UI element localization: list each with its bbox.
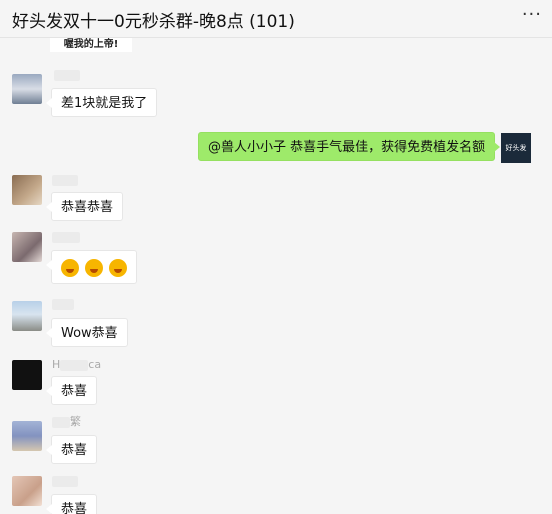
sender-name-fragment: 繁 xyxy=(70,415,81,428)
message-bubble[interactable]: Wow恭喜 xyxy=(46,318,128,347)
sticker-image[interactable]: 喔我的上帝! xyxy=(50,38,132,52)
message-bubble[interactable]: 恭喜 xyxy=(45,435,98,464)
grin-emoji-icon xyxy=(109,258,127,277)
sender-name: Hca xyxy=(52,358,101,372)
message-list[interactable]: 喔我的上帝! 差1块就是我了 @兽人小小子 恭喜手气最佳，获得免费植发名额 好头… xyxy=(0,38,552,514)
sender-name xyxy=(52,297,74,311)
avatar[interactable] xyxy=(12,232,42,262)
grin-emoji-icon xyxy=(85,258,103,277)
avatar[interactable] xyxy=(12,301,42,331)
sender-name-fragment: ca xyxy=(88,358,102,371)
chat-header: 好头发双十一0元秒杀群-晚8点 (101) ··· xyxy=(0,0,552,38)
grin-emoji-icon xyxy=(61,258,79,277)
message-bubble[interactable]: 恭喜 xyxy=(45,376,98,405)
sender-name xyxy=(54,68,80,82)
avatar[interactable] xyxy=(12,360,42,390)
chat-title: 好头发双十一0元秒杀群-晚8点 (101) xyxy=(12,12,295,32)
sender-name xyxy=(52,230,80,244)
avatar[interactable] xyxy=(12,421,42,451)
message-bubble-self[interactable]: @兽人小小子 恭喜手气最佳，获得免费植发名额 xyxy=(198,132,501,161)
emoji-message-bubble[interactable] xyxy=(46,250,137,284)
sender-name xyxy=(52,474,78,488)
avatar[interactable] xyxy=(12,175,42,205)
more-options-icon[interactable]: ··· xyxy=(522,4,542,25)
avatar[interactable] xyxy=(12,74,42,104)
sender-name: 繁 xyxy=(52,415,81,429)
message-bubble[interactable]: 差1块就是我了 xyxy=(45,88,158,117)
self-avatar[interactable]: 好头发 xyxy=(501,133,531,163)
sender-name xyxy=(52,173,78,187)
message-bubble[interactable]: 恭喜恭喜 xyxy=(45,192,124,221)
message-bubble[interactable]: 恭喜 xyxy=(45,494,98,514)
avatar[interactable] xyxy=(12,476,42,506)
sender-name-fragment: H xyxy=(52,358,61,371)
